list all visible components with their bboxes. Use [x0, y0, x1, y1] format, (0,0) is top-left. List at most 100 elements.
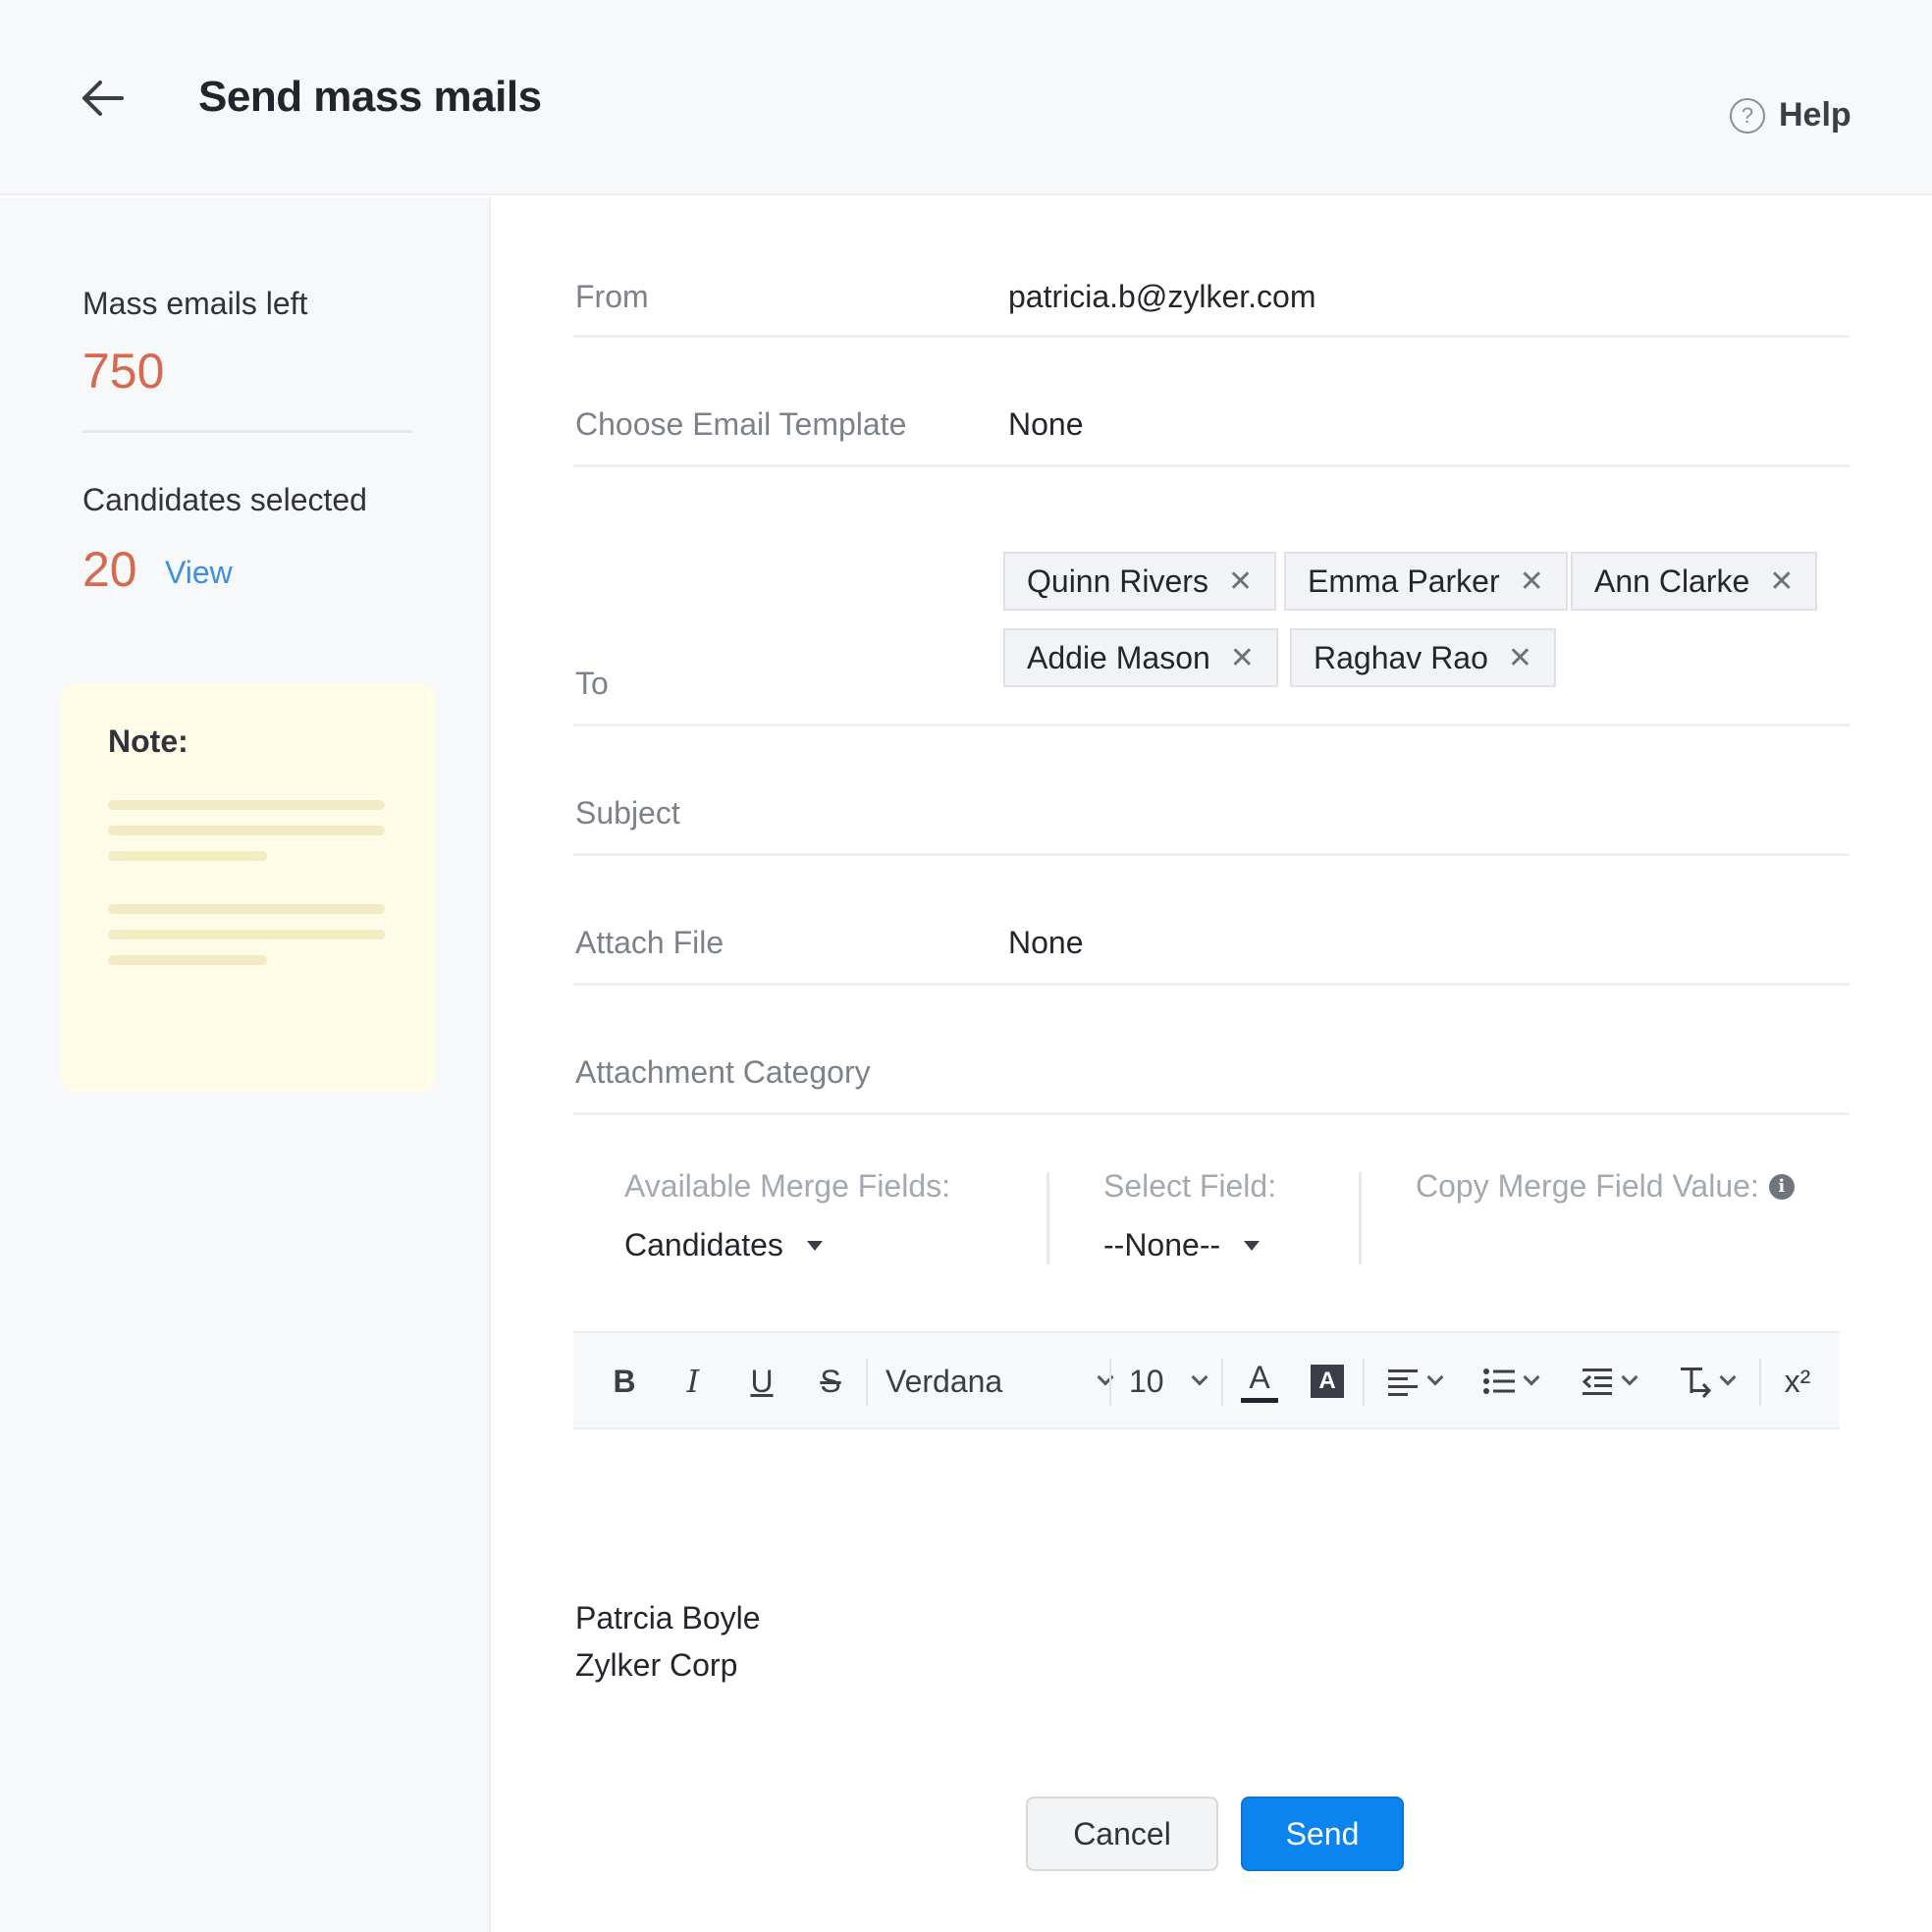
- recipient-chip: Ann Clarke ✕: [1571, 552, 1818, 611]
- line-height-icon: [1681, 1368, 1712, 1398]
- view-candidates-link[interactable]: View: [165, 555, 233, 591]
- copy-merge-field-label: Copy Merge Field Value: i: [1416, 1168, 1795, 1205]
- note-placeholder-line: [108, 930, 385, 939]
- indent-button[interactable]: [1573, 1355, 1643, 1408]
- caret-down-icon: [806, 1240, 823, 1251]
- subject-label: Subject: [575, 795, 680, 831]
- select-field-label: Select Field:: [1103, 1168, 1277, 1204]
- chevron-down-icon: [1426, 1368, 1444, 1386]
- from-label: From: [575, 279, 649, 314]
- remove-recipient-icon[interactable]: ✕: [1228, 564, 1253, 599]
- text-color-button[interactable]: A: [1237, 1355, 1282, 1408]
- recipient-name: Raghav Rao: [1314, 639, 1488, 675]
- align-left-icon: [1388, 1369, 1418, 1396]
- font-size-select[interactable]: 10: [1129, 1355, 1208, 1408]
- editor-toolbar: B I U S Verdana 10 A A x²: [573, 1331, 1840, 1429]
- recipient-name: Addie Mason: [1027, 639, 1210, 675]
- attachment-category-row: Attachment Category: [573, 986, 1850, 1115]
- help-icon: ?: [1730, 97, 1765, 134]
- recipient-name: Ann Clarke: [1594, 563, 1750, 599]
- attach-file-label: Attach File: [575, 925, 724, 960]
- align-button[interactable]: [1378, 1355, 1449, 1408]
- email-template-label: Choose Email Template: [575, 406, 907, 442]
- recipient-chip: Emma Parker ✕: [1284, 552, 1568, 611]
- candidates-selected-value: 20: [82, 542, 137, 597]
- note-box: Note:: [61, 684, 436, 1092]
- available-merge-fields-value: Candidates: [624, 1227, 783, 1262]
- bold-button[interactable]: B: [605, 1355, 644, 1408]
- cancel-button[interactable]: Cancel: [1026, 1797, 1218, 1871]
- font-family-select[interactable]: Verdana: [886, 1355, 1114, 1408]
- send-button[interactable]: Send: [1241, 1797, 1404, 1871]
- underline-button[interactable]: U: [742, 1355, 781, 1408]
- chevron-down-icon: [1523, 1368, 1540, 1386]
- italic-button[interactable]: I: [673, 1355, 713, 1408]
- select-field-select[interactable]: --None--: [1103, 1227, 1261, 1263]
- recipient-name: Emma Parker: [1308, 563, 1500, 599]
- from-value[interactable]: patricia.b@zylker.com: [1008, 279, 1315, 315]
- available-merge-fields-label: Available Merge Fields:: [624, 1168, 951, 1204]
- background-color-icon: A: [1311, 1365, 1344, 1398]
- back-arrow-icon[interactable]: [79, 73, 130, 124]
- note-title: Note:: [108, 724, 188, 759]
- mass-emails-left-value: 750: [82, 344, 165, 399]
- toolbar-divider: [1363, 1359, 1365, 1406]
- list-button[interactable]: [1475, 1355, 1545, 1408]
- toolbar-divider: [866, 1359, 868, 1406]
- note-placeholder-line: [108, 904, 385, 914]
- remove-recipient-icon[interactable]: ✕: [1520, 564, 1544, 599]
- recipient-chip: Addie Mason ✕: [1003, 628, 1278, 687]
- page-header: Send mass mails ? Help: [0, 0, 1932, 195]
- text-color-icon: A: [1249, 1360, 1270, 1395]
- help-label: Help: [1779, 96, 1852, 134]
- attach-file-row: Attach File None: [573, 856, 1850, 986]
- attachment-category-select[interactable]: [1008, 1045, 1833, 1103]
- bullet-list-icon: [1483, 1368, 1515, 1394]
- info-icon[interactable]: i: [1768, 1173, 1795, 1200]
- help-button[interactable]: ? Help: [1730, 96, 1852, 134]
- toolbar-divider: [1221, 1359, 1223, 1406]
- line-height-button[interactable]: [1671, 1355, 1742, 1408]
- mass-emails-left-label: Mass emails left: [82, 286, 308, 321]
- strikethrough-button[interactable]: S: [811, 1355, 850, 1408]
- background-color-button[interactable]: A: [1306, 1355, 1349, 1408]
- remove-recipient-icon[interactable]: ✕: [1230, 641, 1255, 675]
- signature-company: Zylker Corp: [575, 1647, 738, 1683]
- subject-row: Subject: [573, 726, 1850, 856]
- font-family-value: Verdana: [886, 1363, 1003, 1399]
- merge-divider: [1046, 1172, 1049, 1264]
- toolbar-divider: [1759, 1359, 1761, 1406]
- outdent-icon: [1582, 1368, 1612, 1395]
- attach-file-value[interactable]: None: [1008, 925, 1084, 961]
- remove-recipient-icon[interactable]: ✕: [1508, 641, 1532, 675]
- toolbar-divider: [1109, 1359, 1111, 1406]
- email-template-select[interactable]: None: [1008, 406, 1084, 443]
- sidebar-divider: [82, 430, 412, 433]
- recipient-chip: Quinn Rivers ✕: [1003, 552, 1277, 611]
- chevron-down-icon: [1621, 1368, 1638, 1386]
- editor-body[interactable]: [573, 1431, 1840, 1736]
- superscript-button[interactable]: x²: [1775, 1355, 1820, 1408]
- note-placeholder-line: [108, 851, 267, 861]
- available-merge-fields-select[interactable]: Candidates: [624, 1227, 823, 1263]
- caret-down-icon: [1244, 1240, 1261, 1251]
- note-placeholder-line: [108, 826, 385, 835]
- email-template-row: Choose Email Template None: [573, 338, 1850, 467]
- select-field-value: --None--: [1103, 1227, 1221, 1262]
- recipient-name: Quinn Rivers: [1027, 563, 1208, 599]
- chevron-down-icon: [1719, 1368, 1737, 1386]
- to-label: To: [575, 666, 609, 701]
- chevron-down-icon: [1191, 1368, 1208, 1386]
- copy-merge-field-text: Copy Merge Field Value:: [1416, 1168, 1759, 1204]
- recipient-chip: Raghav Rao ✕: [1290, 628, 1557, 687]
- page-title: Send mass mails: [198, 73, 542, 121]
- subject-input[interactable]: [1008, 785, 1833, 844]
- text-color-swatch: [1241, 1398, 1278, 1403]
- note-placeholder-line: [108, 955, 267, 965]
- attachment-category-label: Attachment Category: [575, 1054, 871, 1090]
- remove-recipient-icon[interactable]: ✕: [1769, 564, 1794, 599]
- note-placeholder-line: [108, 800, 385, 810]
- sidebar: Mass emails left 750 Candidates selected…: [0, 197, 491, 1932]
- from-row: From patricia.b@zylker.com: [573, 232, 1850, 338]
- merge-divider: [1359, 1172, 1362, 1264]
